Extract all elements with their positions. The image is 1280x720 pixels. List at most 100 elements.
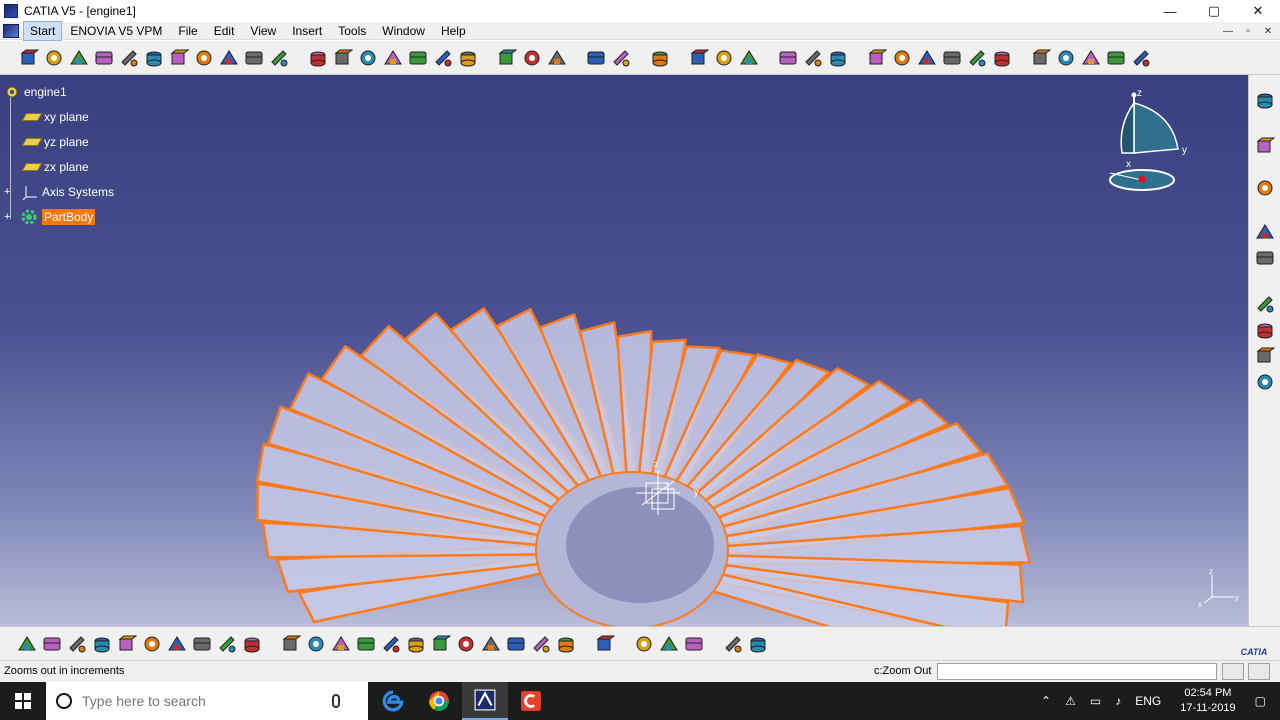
tree-node-root[interactable]: engine1 [4,79,114,104]
rotate-view-button[interactable] [353,632,378,656]
measure-button[interactable] [914,46,939,70]
view-mode-button[interactable] [478,632,503,656]
boundary-button[interactable] [1253,371,1277,393]
doc-restore-button[interactable]: ▫ [1242,26,1254,37]
fly-mode-button[interactable] [278,632,303,656]
tree-node-zx-plane[interactable]: zx plane [4,154,114,179]
status-toggle-button[interactable] [1222,663,1244,680]
slot-button[interactable] [216,46,241,70]
shaft-button[interactable] [116,46,141,70]
power-input[interactable] [937,663,1217,680]
knowledge-button[interactable] [631,632,656,656]
tree-label-yz-plane[interactable]: yz plane [44,135,89,149]
pattern-button[interactable] [711,46,736,70]
tree-label-root[interactable]: engine1 [24,85,67,99]
taskbar-chrome[interactable] [416,682,462,720]
pan-button[interactable] [328,632,353,656]
close-surface-button[interactable] [519,46,544,70]
open-button[interactable] [39,632,64,656]
sew-surface-button[interactable] [544,46,569,70]
taskbar-recorder[interactable] [508,682,554,720]
tree-node-axis-systems[interactable]: + Axis Systems [4,179,114,204]
select-button[interactable] [1253,135,1277,157]
tray-volume-icon[interactable]: ♪ [1115,694,1121,708]
intersect-button[interactable] [889,46,914,70]
microphone-icon[interactable] [332,694,340,708]
tools-button[interactable] [745,632,770,656]
hide-show-button[interactable] [503,632,528,656]
translate-button[interactable] [583,46,608,70]
tray-language[interactable]: ENG [1135,694,1161,708]
groove-button[interactable] [141,46,166,70]
plane-button[interactable] [1128,46,1153,70]
paste-button[interactable] [164,632,189,656]
publish-button[interactable] [720,632,745,656]
split-button[interactable] [455,46,480,70]
loft-button[interactable] [266,46,291,70]
point-button[interactable] [1078,46,1103,70]
expand-plus-icon[interactable]: + [4,211,14,223]
axis-button[interactable] [1053,46,1078,70]
wireframe-button[interactable] [1253,89,1277,111]
apply-material-button[interactable] [964,46,989,70]
thick-surface-button[interactable] [494,46,519,70]
normal-view-button[interactable] [428,632,453,656]
spec-tree-button[interactable] [592,632,617,656]
status-toggle-button-2[interactable] [1248,663,1270,680]
3d-viewport[interactable]: z y engine1 xy plane yz plane zx plane +… [0,75,1248,626]
sketcher-button[interactable] [16,46,41,70]
tree-node-yz-plane[interactable]: yz plane [4,129,114,154]
inertia-button[interactable] [939,46,964,70]
cut-button[interactable] [114,632,139,656]
copy-button[interactable] [139,632,164,656]
pad-surface-button[interactable] [1253,319,1277,341]
tree-node-xy-plane[interactable]: xy plane [4,104,114,129]
fit-all-button[interactable] [303,632,328,656]
solid-button[interactable] [1253,293,1277,315]
boolean-button[interactable] [775,46,800,70]
new-button[interactable] [14,632,39,656]
zoom-in-button[interactable] [378,632,403,656]
expand-plus-icon[interactable]: + [4,186,14,198]
spec-button[interactable] [1253,221,1277,243]
thickness-button[interactable] [405,46,430,70]
tree-label-zx-plane[interactable]: zx plane [44,160,89,174]
tray-clock[interactable]: 02:54 PM 17-11-2019 [1180,686,1235,716]
stiffener-button[interactable] [241,46,266,70]
rotate-button[interactable] [608,46,633,70]
save-button[interactable] [64,632,89,656]
tray-network-icon[interactable]: ⚠ [1065,694,1076,708]
close-button[interactable]: ✕ [1236,0,1280,22]
material-button[interactable] [681,632,706,656]
tray-battery-icon[interactable]: ▭ [1090,694,1101,708]
chamfer-button[interactable] [330,46,355,70]
taskbar-search-input[interactable] [82,693,332,709]
scale-button[interactable] [736,46,761,70]
tree-label-partbody[interactable]: PartBody [42,208,96,225]
constraint-button[interactable] [989,46,1014,70]
minimize-button[interactable]: — [1148,0,1192,22]
draft-button[interactable] [355,46,380,70]
menu-tools[interactable]: Tools [330,22,374,40]
shell-button[interactable] [380,46,405,70]
menu-edit[interactable]: Edit [206,22,243,40]
taskbar-edge[interactable] [370,682,416,720]
tray-chevron-up-icon[interactable]: ⌃ [1041,694,1051,708]
analysis-button[interactable] [1028,46,1053,70]
sketch-analysis-button[interactable] [1253,177,1277,199]
line-button[interactable] [1103,46,1128,70]
maximize-button[interactable]: ▢ [1192,0,1236,22]
quick-view-button[interactable] [453,632,478,656]
positioned-sketch-button[interactable] [41,46,66,70]
capture-button[interactable] [656,632,681,656]
print-button[interactable] [89,632,114,656]
menu-help[interactable]: Help [433,22,474,40]
menu-view[interactable]: View [242,22,284,40]
update-button[interactable] [553,632,578,656]
symmetry-button[interactable] [647,46,672,70]
fillet-button[interactable] [305,46,330,70]
swap-visible-button[interactable] [528,632,553,656]
start-menu-icon[interactable] [3,23,19,38]
hole-button[interactable] [166,46,191,70]
menu-start[interactable]: Start [23,20,63,41]
